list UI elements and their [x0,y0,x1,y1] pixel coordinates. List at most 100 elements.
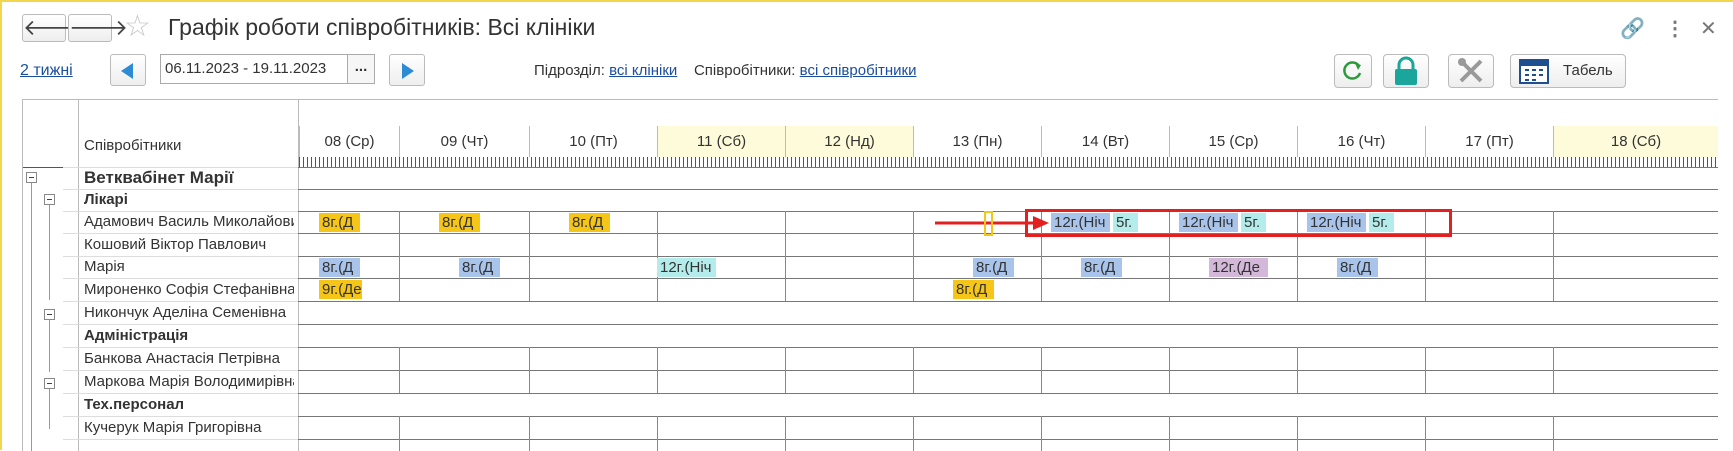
close-icon[interactable]: ✕ [1700,16,1717,41]
forward-button[interactable]: 🡒 [68,14,128,42]
day-header[interactable]: 09 (Чт) [399,126,529,157]
window-top-border [0,0,1733,2]
day-header[interactable]: 15 (Ср) [1169,126,1297,157]
day-header[interactable]: 16 (Чт) [1297,126,1425,157]
group-admin[interactable]: Адміністрація [84,325,294,347]
shift-block[interactable]: 8г.(Д [459,258,500,277]
day-divider [529,347,530,393]
name-row-divider [63,233,298,234]
tree-line [31,183,32,451]
employee-row-markova[interactable]: Маркова Марія Володимирівна [84,371,294,393]
day-divider [657,211,658,301]
day-header[interactable]: 11 (Сб) [657,126,785,157]
shift-block[interactable]: 12г.(Де [1209,258,1268,277]
shift-block[interactable]: 8г.(Д [953,280,994,299]
day-divider [1553,347,1554,393]
more-menu-icon[interactable]: ⋮ [1665,16,1685,41]
day-divider [785,211,786,301]
employees-column-header: Співробітники [84,137,182,154]
employee-row-myronenko[interactable]: Мироненко Софія Стефанівна [84,279,294,301]
name-row-divider [63,278,298,279]
name-row-divider [63,189,298,190]
collapse-clinic-icon[interactable] [26,172,37,183]
shift-block[interactable]: 12г.(Ніч [657,258,716,277]
day-divider [1169,347,1170,393]
collapse-doctors-icon[interactable] [44,194,55,205]
day-divider [399,347,400,393]
shift-block[interactable]: 8г.(Д [319,213,360,232]
next-period-button[interactable] [389,54,425,86]
favorite-star-icon[interactable]: ☆ [124,10,151,44]
link-icon[interactable]: 🔗 [1620,16,1645,41]
period-link[interactable]: 2 тижні [20,62,73,80]
day-divider [913,416,914,451]
group-tech[interactable]: Тех.персонал [84,394,294,416]
refresh-button[interactable] [1334,54,1372,88]
calendar-icon [1519,59,1549,84]
clinic-row[interactable]: Ветквабінет Марії [84,167,294,189]
day-header[interactable]: 17 (Пт) [1425,126,1553,157]
collapse-admin-icon[interactable] [44,309,55,320]
row-divider [298,393,1718,394]
employees-link[interactable]: всі співробітники [800,62,917,79]
date-range-field[interactable]: 06.11.2023 - 19.11.2023 [160,54,348,84]
day-header[interactable]: 18 (Сб) [1553,126,1718,157]
shift-block[interactable]: 8г.(Д [319,258,360,277]
day-divider [1041,347,1042,393]
day-divider [1425,416,1426,451]
collapse-tech-icon[interactable] [44,378,55,389]
day-header[interactable]: 10 (Пт) [529,126,657,157]
day-divider [1169,416,1170,451]
selected-cell-marker [984,211,993,236]
lock-button[interactable] [1383,54,1429,88]
prev-period-button[interactable] [110,54,146,86]
day-header[interactable]: 13 (Пн) [913,126,1041,157]
day-divider [1041,416,1042,451]
row-divider [298,324,1718,325]
settings-button[interactable] [1448,54,1494,88]
tree-line [49,389,50,429]
tree-line [49,320,50,372]
day-header[interactable]: 12 (Нд) [785,126,913,157]
employee-row-mariia[interactable]: Марія [84,256,294,278]
day-divider [529,211,530,301]
employee-row-nykonchuk[interactable]: Никончук Аделіна Семенівна [84,302,294,324]
name-row-divider [63,211,298,212]
employee-row-adamovych[interactable]: Адамович Василь Миколайович [84,211,294,233]
shift-block[interactable]: 8г.(Д [1081,258,1122,277]
name-row-divider [63,416,298,417]
hour-ticks [299,157,1718,167]
employee-row-koshovyi[interactable]: Кошовий Віктор Павлович [84,234,294,256]
window-left-border [0,0,2,450]
arrow-right-icon [402,63,414,79]
shift-block[interactable]: 8г.(Д [1337,258,1378,277]
subdivision-label: Підрозділ: [534,62,605,79]
employee-row-kucheruk[interactable]: Кучерук Марія Григорівна [84,417,294,439]
day-divider [657,347,658,393]
row-divider [298,167,1718,168]
day-divider [1297,347,1298,393]
shift-block[interactable]: 8г.(Д [439,213,480,232]
date-picker-button[interactable]: ... [347,54,375,84]
shift-block[interactable]: 8г.(Д [569,213,610,232]
filters: Підрозділ: всі клініки Співробітники: вс… [534,62,916,79]
employee-row-bankova[interactable]: Банкова Анастасія Петрівна [84,348,294,370]
day-header[interactable]: 08 (Ср) [299,126,399,157]
employees-label: Співробітники: [693,62,796,79]
back-button[interactable]: 🡐 [22,14,82,42]
day-divider [1553,211,1554,301]
shift-block[interactable]: 9г.(Де [319,280,362,299]
arrow-left-icon [121,63,133,79]
shift-block[interactable]: 8г.(Д [973,258,1014,277]
highlight-box [1025,209,1452,237]
day-divider [785,347,786,393]
row-divider [298,439,1718,440]
page-title: Графік роботи співробітників: Всі клінік… [168,14,596,40]
group-doctors[interactable]: Лікарі [84,189,294,211]
tabel-button[interactable]: Табель [1510,54,1626,88]
day-divider [1425,347,1426,393]
row-divider [298,278,1718,279]
day-header[interactable]: 14 (Вт) [1041,126,1169,157]
arrow-right-icon: 🡒 [69,15,128,40]
subdivision-link[interactable]: всі клініки [609,62,677,79]
